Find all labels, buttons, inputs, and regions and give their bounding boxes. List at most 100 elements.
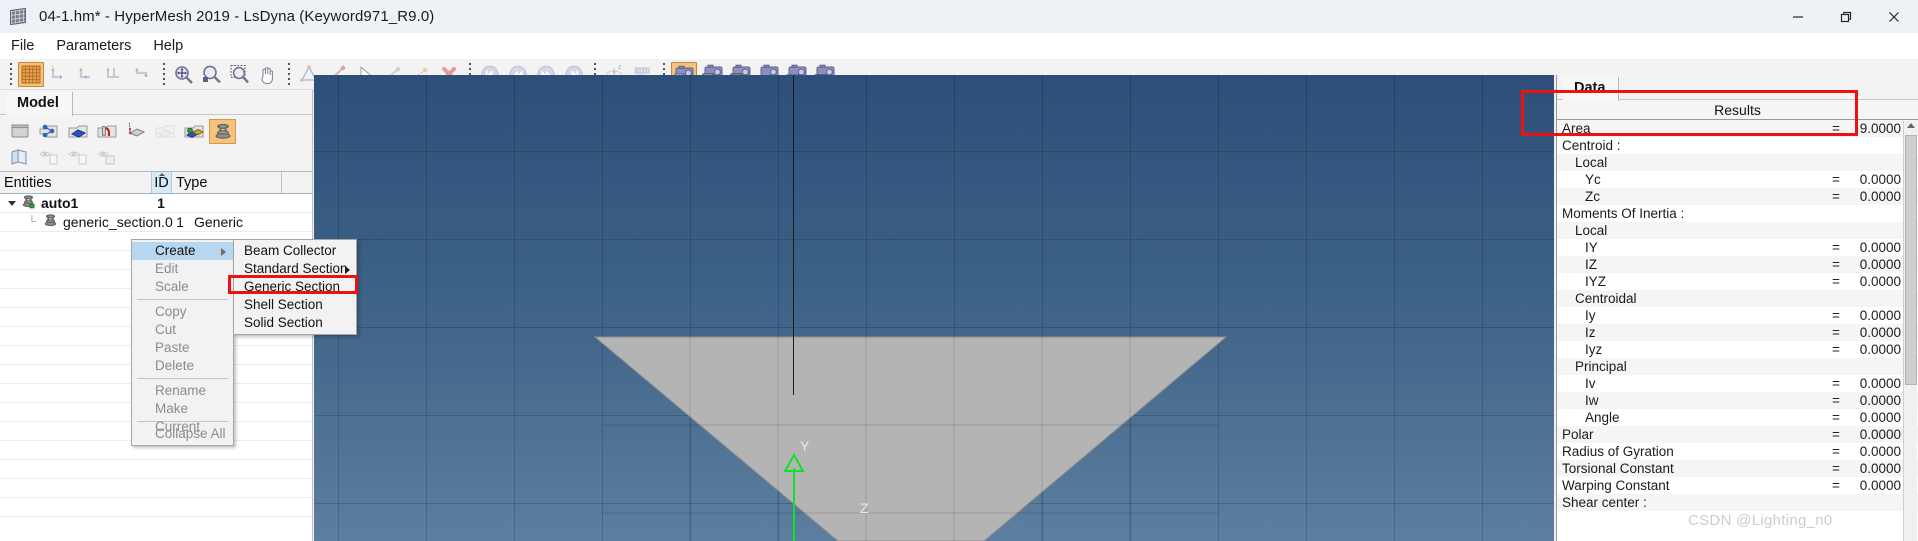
table-row[interactable]: └ generic_section.0 1 Generic bbox=[0, 213, 312, 232]
submenu-item-generic-section[interactable]: Generic Section bbox=[234, 278, 356, 296]
display-reverse-icon[interactable] bbox=[64, 145, 91, 170]
component-icon[interactable] bbox=[6, 119, 33, 144]
zoom-window-icon[interactable] bbox=[227, 62, 253, 87]
result-row: Shear center : bbox=[1557, 494, 1918, 511]
context-menu-item-paste[interactable]: Paste bbox=[132, 339, 233, 357]
column-header-id[interactable]: ID bbox=[152, 172, 172, 193]
context-menu-item-delete[interactable]: Delete bbox=[132, 357, 233, 375]
chevron-down-icon[interactable] bbox=[8, 200, 16, 206]
show-hide-icon[interactable] bbox=[6, 145, 33, 170]
pan-hand-icon[interactable] bbox=[255, 62, 281, 87]
thickness-icon[interactable]: t bbox=[122, 119, 149, 144]
context-menu-item-make-current[interactable]: Make Current bbox=[132, 400, 233, 434]
result-row: Angle = 0.0000 bbox=[1557, 409, 1918, 426]
svg-text:Z: Z bbox=[618, 65, 622, 71]
beamsection-icon bbox=[43, 213, 59, 231]
entity-type: Generic bbox=[194, 214, 244, 230]
tab-data[interactable]: Data bbox=[1563, 77, 1620, 101]
table-row[interactable]: auto1 1 bbox=[0, 194, 312, 213]
context-menu-item-copy[interactable]: Copy bbox=[132, 303, 233, 321]
menu-item-parameters[interactable]: Parameters bbox=[45, 33, 142, 59]
result-value: 0.0000 bbox=[1859, 257, 1901, 272]
result-label: Moments Of Inertia : bbox=[1562, 206, 1685, 221]
result-equals: = bbox=[1832, 308, 1840, 323]
result-row: IYZ = 0.0000 bbox=[1557, 273, 1918, 290]
display-all-icon[interactable] bbox=[93, 145, 120, 170]
column-header-type[interactable]: Type bbox=[172, 172, 282, 193]
result-equals: = bbox=[1832, 410, 1840, 425]
result-value: 0.0000 bbox=[1859, 427, 1901, 442]
entity-name: generic_section.0 bbox=[63, 214, 173, 230]
result-row: Iv = 0.0000 bbox=[1557, 375, 1918, 392]
result-value: 0.0000 bbox=[1859, 240, 1901, 255]
result-label: Zc bbox=[1585, 189, 1600, 204]
submenu-item-shell-section[interactable]: Shell Section bbox=[234, 296, 356, 314]
context-menu-item-cut[interactable]: Cut bbox=[132, 321, 233, 339]
fit-to-screen-icon[interactable] bbox=[171, 62, 197, 87]
scrollbar-thumb[interactable] bbox=[1905, 135, 1917, 385]
tab-model[interactable]: Model bbox=[6, 92, 73, 116]
result-equals: = bbox=[1832, 376, 1840, 391]
context-menu-item-scale[interactable]: Scale bbox=[132, 278, 233, 296]
view-iso-icon[interactable] bbox=[130, 62, 156, 87]
menu-bar: File Parameters Help bbox=[0, 33, 1918, 59]
graphics-viewport[interactable]: Y Z bbox=[314, 75, 1554, 541]
axis-z-label: Z bbox=[860, 500, 869, 516]
column-header-entities[interactable]: Entities bbox=[0, 172, 152, 193]
display-none-icon[interactable] bbox=[35, 145, 62, 170]
view-zx-icon[interactable] bbox=[102, 62, 128, 87]
data-panel-tabstrip: Data bbox=[1557, 75, 1918, 101]
result-value: 0.0000 bbox=[1859, 410, 1901, 425]
context-menu[interactable]: Create Edit Scale Copy Cut Paste Delete … bbox=[131, 239, 234, 446]
result-row: Iz = 0.0000 bbox=[1557, 324, 1918, 341]
view-xy-icon[interactable]: Y bbox=[46, 62, 72, 87]
result-label: Principal bbox=[1575, 359, 1627, 374]
context-menu-item-rename[interactable]: Rename bbox=[132, 382, 233, 400]
entity-id: 1 bbox=[157, 195, 165, 211]
material-icon[interactable] bbox=[93, 119, 120, 144]
result-label: Shear center : bbox=[1562, 495, 1647, 510]
model-browser-toolbar-row-1: t bbox=[6, 118, 312, 144]
menu-item-file[interactable]: File bbox=[0, 33, 45, 59]
tree-empty-row bbox=[0, 479, 312, 498]
model-browser-tabstrip: Model bbox=[0, 90, 312, 116]
result-label: Iz bbox=[1585, 325, 1596, 340]
results-scrollbar[interactable] bbox=[1903, 121, 1917, 541]
entity-name: auto1 bbox=[41, 195, 79, 211]
result-label: Iyz bbox=[1585, 342, 1603, 357]
close-icon[interactable] bbox=[1870, 0, 1918, 33]
view-yz-icon[interactable] bbox=[74, 62, 100, 87]
scroll-up-icon[interactable] bbox=[1907, 123, 1915, 128]
hypermesh-grid-icon bbox=[9, 7, 29, 27]
context-menu-item-create[interactable]: Create bbox=[132, 242, 233, 260]
connector-icon[interactable] bbox=[35, 119, 62, 144]
restore-icon[interactable] bbox=[1822, 0, 1870, 33]
result-equals: = bbox=[1832, 189, 1840, 204]
results-rows: Area = 9.0000 Centroid : Local Yc = 0.0000 Z… bbox=[1557, 120, 1918, 511]
submenu-item-label: Generic Section bbox=[244, 279, 341, 294]
result-row: Local bbox=[1557, 154, 1918, 171]
minimize-icon[interactable] bbox=[1774, 0, 1822, 33]
result-row: Principal bbox=[1557, 358, 1918, 375]
context-menu-separator bbox=[137, 299, 228, 300]
zoom-in-icon[interactable] bbox=[199, 62, 225, 87]
submenu-item-label: Solid Section bbox=[244, 315, 323, 330]
results-section-header: Results bbox=[1557, 100, 1918, 120]
menu-item-help[interactable]: Help bbox=[142, 33, 194, 59]
grid-view-icon[interactable] bbox=[18, 61, 44, 87]
group-disabled-icon[interactable] bbox=[151, 119, 178, 144]
submenu-item-solid-section[interactable]: Solid Section bbox=[234, 314, 356, 332]
submenu-item-label: Shell Section bbox=[244, 297, 323, 312]
model-browser-toolbar-row-2 bbox=[6, 144, 312, 170]
assembly-icon[interactable] bbox=[180, 119, 207, 144]
context-menu-item-edit[interactable]: Edit bbox=[132, 260, 233, 278]
sort-caret-icon bbox=[158, 173, 165, 176]
submenu-item-standard-section[interactable]: Standard Section bbox=[234, 260, 356, 278]
create-submenu[interactable]: Beam Collector Standard Section Generic … bbox=[233, 239, 357, 335]
generic-section-geometry bbox=[593, 336, 1228, 541]
submenu-item-beam-collector[interactable]: Beam Collector bbox=[234, 242, 356, 260]
submenu-item-label: Standard Section bbox=[244, 261, 348, 276]
property-icon[interactable] bbox=[64, 119, 91, 144]
beamsection-icon[interactable] bbox=[209, 118, 236, 144]
context-menu-item-collapse-all[interactable]: Collapse All bbox=[132, 425, 233, 443]
